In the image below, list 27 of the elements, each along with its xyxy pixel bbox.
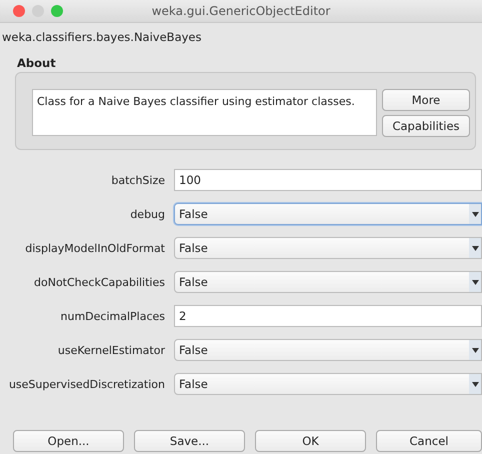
minimize-button[interactable] [32,5,44,17]
property-label: debug [129,208,166,220]
property-label: batchSize [110,174,166,186]
dropdown[interactable]: False [174,339,482,361]
input-field[interactable]: 2 [174,305,482,327]
property-label: useSupervisedDiscretization [8,378,166,390]
ok-button[interactable]: OK [255,430,366,452]
section-label: About [16,55,57,70]
input-field[interactable]: 100 [174,169,482,191]
zoom-button[interactable] [51,5,63,17]
dropdown[interactable]: False [174,237,482,259]
close-button[interactable] [13,5,25,17]
property-label: numDecimalPlaces [60,310,166,322]
property-label: displayModelInOldFormat [24,242,166,254]
window-title: weka.gui.GenericObjectEditor [152,4,330,18]
property-label: useKernelEstimator [56,344,166,356]
open-button[interactable]: Open... [13,430,124,452]
cancel-button[interactable]: Cancel [376,430,482,452]
dropdown[interactable]: False [174,203,482,225]
capabilities-button[interactable]: Capabilities [382,115,470,137]
save-button[interactable]: Save... [134,430,245,452]
dropdown[interactable]: False [174,373,482,395]
about-text: Class for a Naive Bayes classifier using estimator classes. [32,89,377,136]
class-name: weka.classifiers.bayes.NaiveBayes [1,29,202,46]
property-label: doNotCheckCapabilities [33,276,166,288]
more-button[interactable]: More [382,89,470,111]
dropdown[interactable]: False [174,271,482,293]
